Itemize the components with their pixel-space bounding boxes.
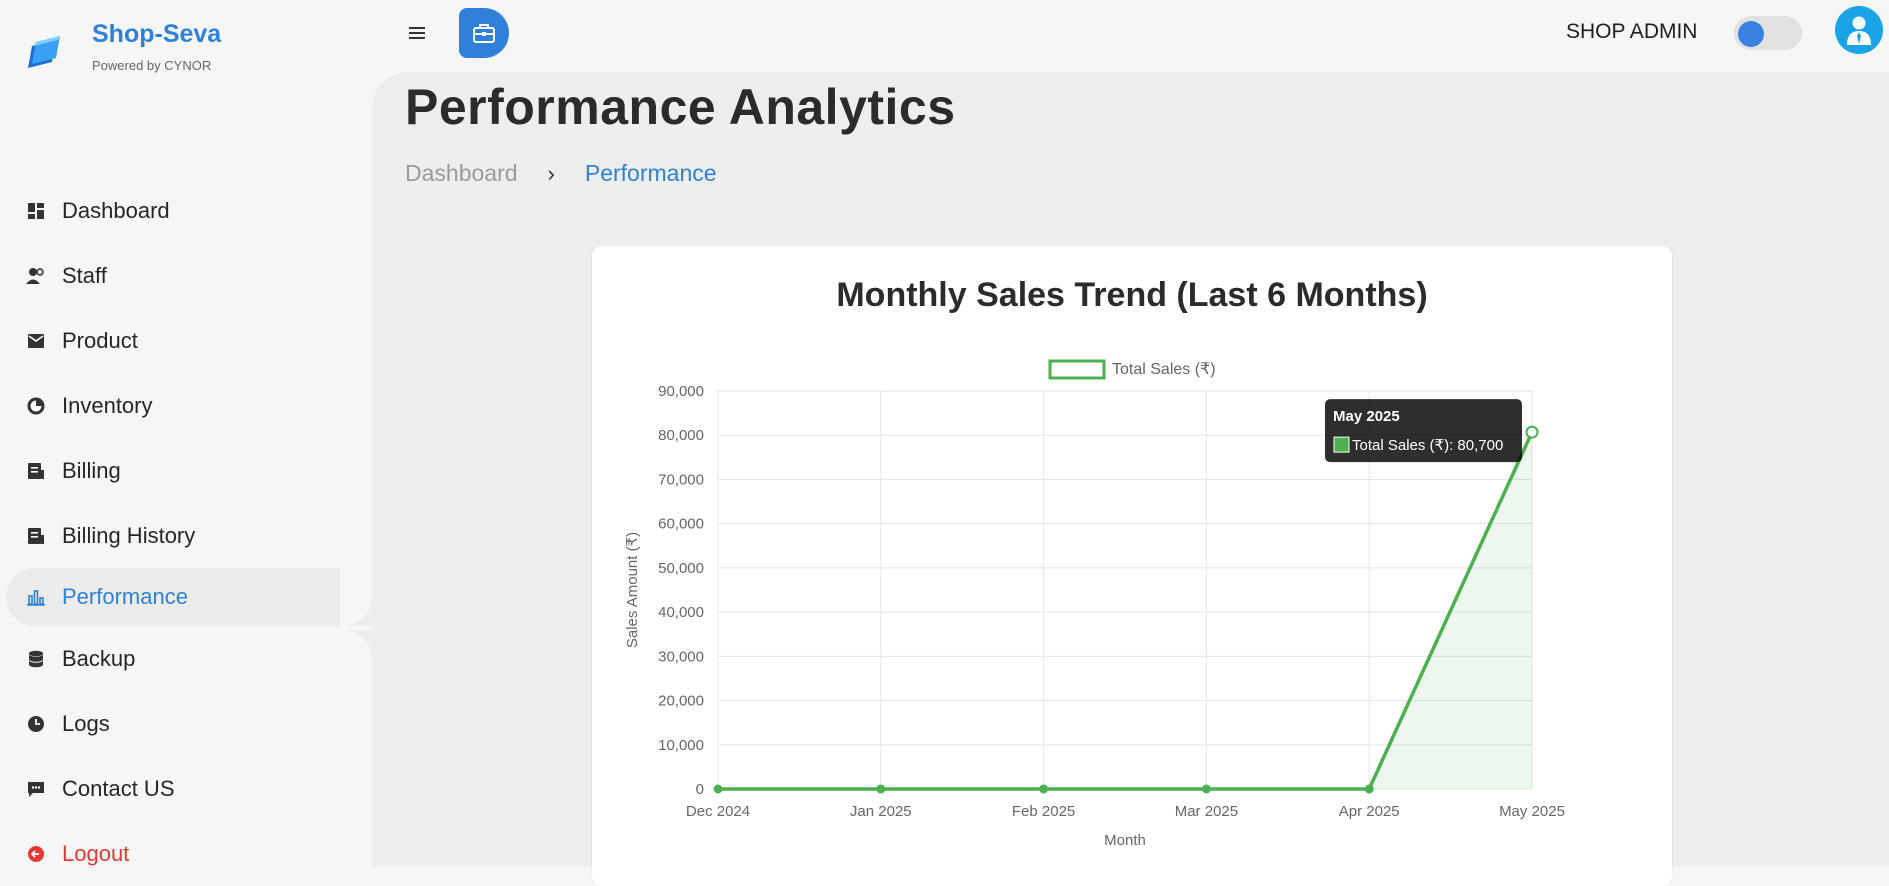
y-tick-label: 50,000 [658, 560, 704, 577]
hamburger-icon [409, 27, 425, 39]
sidebar-item-performance[interactable]: Performance [6, 568, 368, 626]
briefcase-icon [473, 24, 495, 43]
logs-icon [26, 714, 46, 734]
menu-toggle-button[interactable] [404, 20, 430, 46]
avatar[interactable] [1835, 6, 1883, 54]
sidebar-item-label: Logout [62, 840, 130, 866]
backup-icon [26, 649, 46, 669]
theme-toggle[interactable] [1734, 16, 1802, 50]
y-tick-label: 80,000 [658, 427, 704, 444]
y-tick-label: 40,000 [658, 604, 704, 621]
performance-icon [26, 587, 46, 607]
staff-icon [26, 266, 46, 286]
series-point [713, 784, 723, 794]
logout-icon [26, 844, 46, 864]
series-point [1525, 425, 1539, 439]
tooltip-title: May 2025 [1333, 408, 1400, 425]
y-tick-label: 70,000 [658, 471, 704, 488]
sidebar-item-logout[interactable]: Logout [0, 821, 372, 886]
brand-subtitle: Powered by CYNOR [92, 58, 212, 73]
sidebar-item-label: Billing History [62, 522, 196, 548]
y-tick-label: 0 [696, 781, 704, 798]
user-avatar-icon [1847, 16, 1871, 45]
toggle-knob [1738, 21, 1764, 47]
tooltip-text: Total Sales (₹): 80,700 [1352, 437, 1503, 454]
user-role-label: SHOP ADMIN [1566, 20, 1698, 43]
x-tick-label: Apr 2025 [1339, 803, 1400, 820]
sidebar-item-label: Backup [62, 645, 136, 671]
breadcrumb-separator-icon: › [547, 160, 555, 186]
sidebar-item-label: Product [62, 327, 138, 353]
sidebar-item-staff[interactable]: Staff [0, 243, 372, 308]
brand-name: Shop-Seva [92, 20, 222, 48]
series-point [1364, 784, 1374, 794]
product-icon [26, 331, 46, 351]
series-point [1201, 784, 1211, 794]
billing-history-icon [26, 526, 46, 546]
sidebar-item-product[interactable]: Product [0, 308, 372, 373]
sidebar: Shop-Seva Powered by CYNOR Dashboard Sta… [0, 0, 372, 866]
sidebar-item-contact-us[interactable]: Contact US [0, 756, 372, 821]
tooltip-swatch [1333, 436, 1350, 453]
sidebar-item-label: Dashboard [62, 197, 170, 223]
dashboard-icon [26, 201, 46, 221]
sidebar-item-label: Contact US [62, 775, 175, 801]
y-tick-label: 20,000 [658, 693, 704, 710]
sidebar-item-logs[interactable]: Logs [0, 691, 372, 756]
y-tick-label: 90,000 [658, 383, 704, 400]
breadcrumb: Dashboard › Performance [405, 160, 717, 187]
y-tick-label: 10,000 [658, 737, 704, 754]
sales-chart-card: Monthly Sales Trend (Last 6 Months) 0 10,… [592, 246, 1672, 886]
y-tick-label: 30,000 [658, 648, 704, 665]
y-tick-label: 60,000 [658, 516, 704, 533]
page-title: Performance Analytics [405, 79, 956, 135]
briefcase-button[interactable] [459, 8, 509, 58]
x-tick-label: Jan 2025 [850, 803, 912, 820]
x-tick-label: May 2025 [1499, 803, 1565, 820]
billing-icon [26, 461, 46, 481]
series-point [1039, 784, 1049, 794]
series-area [718, 432, 1532, 789]
sales-trend-chart: 0 10,000 20,000 30,000 40,000 50,000 60,000 70,… [624, 359, 1565, 849]
x-tick-label: Mar 2025 [1175, 803, 1238, 820]
sidebar-item-label: Inventory [62, 392, 153, 418]
legend-swatch [1048, 359, 1106, 380]
legend-label: Total Sales (₹) [1112, 361, 1216, 378]
sidebar-item-label: Logs [62, 710, 110, 736]
shop-seva-logo-icon [28, 36, 60, 68]
sidebar-item-label: Performance [62, 584, 188, 609]
x-tick-label: Dec 2024 [686, 803, 750, 820]
sidebar-nav: Dashboard Staff Product Inventory Billin… [0, 178, 372, 886]
breadcrumb-dashboard-link[interactable]: Dashboard [405, 160, 518, 187]
sidebar-item-billing-history[interactable]: Billing History [0, 503, 372, 568]
y-axis-title: Sales Amount (₹) [624, 532, 641, 648]
sidebar-notch-curve-lower [340, 630, 372, 866]
sidebar-item-label: Staff [62, 262, 107, 288]
brand[interactable]: Shop-Seva Powered by CYNOR [22, 18, 221, 76]
series-point [876, 784, 886, 794]
inventory-icon [26, 396, 46, 416]
sidebar-item-dashboard[interactable]: Dashboard [0, 178, 372, 243]
contact-icon [26, 779, 46, 799]
sidebar-item-inventory[interactable]: Inventory [0, 373, 372, 438]
sidebar-item-backup[interactable]: Backup [0, 626, 372, 691]
x-axis-title: Month [1104, 832, 1146, 849]
sidebar-item-label: Billing [62, 457, 121, 483]
sidebar-item-billing[interactable]: Billing [0, 438, 372, 503]
x-tick-label: Feb 2025 [1012, 803, 1075, 820]
breadcrumb-current: Performance [584, 160, 717, 186]
